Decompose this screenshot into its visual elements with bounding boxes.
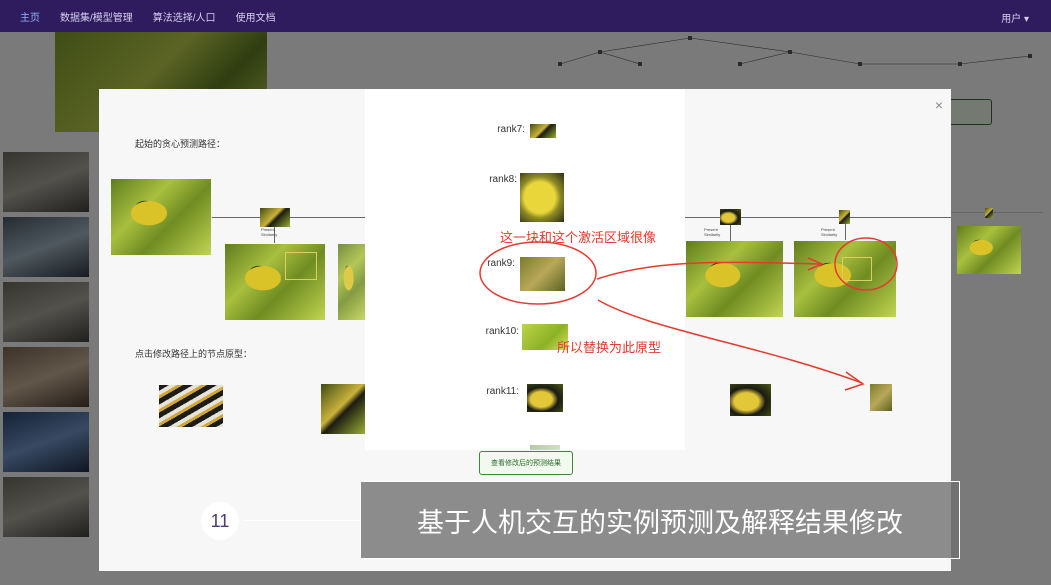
activation-image [686,241,783,317]
rank-label: rank8: [489,174,517,185]
activation-image [957,226,1021,274]
node-caption: Present Similarity [704,227,721,237]
activation-image [794,241,896,317]
yellow-breast-crop-icon[interactable] [520,173,564,222]
caption-box: 基于人机交互的实例预测及解释结果修改 [360,481,960,559]
path-section-title: 起始的贪心预测路径： [135,139,226,149]
prototype-rank-panel: rank7: rank8: rank9: rank10: rank11: [365,89,685,450]
top-navbar: 主页 数据集/模型管理 算法选择/人口 使用文档 用户 ▾ [0,0,1051,32]
branch-crop-icon[interactable] [530,124,556,138]
path-node-prototype[interactable] [720,209,741,225]
path-connector [845,224,846,240]
rank-label: rank10: [485,326,519,337]
activation-image [338,244,366,320]
user-menu[interactable]: 用户 ▾ [1001,10,1029,25]
activation-box [842,257,872,281]
caption-text: 基于人机交互的实例预测及解释结果修改 [417,507,903,538]
path-connector [730,225,731,241]
annotation-note: 这一块和这个激活区域很像 [500,230,657,245]
nav-home[interactable]: 主页 [20,9,40,24]
node-caption: Present Similarity [261,227,278,237]
next-rank-crop[interactable] [530,445,560,450]
activation-image [225,244,325,320]
edit-section-title: 点击修改路径上的节点原型： [135,349,253,359]
editable-node-prototype[interactable] [159,385,223,427]
path-node-prototype[interactable] [985,208,993,218]
editable-node-prototype[interactable] [730,384,771,416]
path-line [951,212,1043,213]
node-caption: Present Similarity [821,227,838,237]
branch-patch-crop-icon[interactable] [520,257,565,291]
step-number-badge: 11 [201,502,239,540]
rank-label: rank9: [487,258,515,269]
editable-node-prototype[interactable] [321,384,365,434]
activation-box [285,252,317,280]
path-line [899,217,951,218]
rank-label: rank11: [486,386,519,397]
nav-dataset-model[interactable]: 数据集/模型管理 [60,9,133,24]
path-node-prototype[interactable] [839,210,850,224]
caption-connector [243,520,361,521]
path-node-prototype[interactable] [260,208,290,227]
input-bird-image [111,179,211,255]
nav-docs[interactable]: 使用文档 [236,9,276,24]
head-crop-icon[interactable] [527,384,563,412]
nav-algorithm[interactable]: 算法选择/人口 [153,9,216,24]
view-result-button[interactable]: 查看修改后的预测结果 [479,451,573,475]
annotation-note: 所以替换为此原型 [557,340,662,355]
replaced-node-prototype[interactable] [870,384,892,411]
close-icon[interactable]: × [935,97,943,113]
rank-label: rank7: [497,124,525,135]
